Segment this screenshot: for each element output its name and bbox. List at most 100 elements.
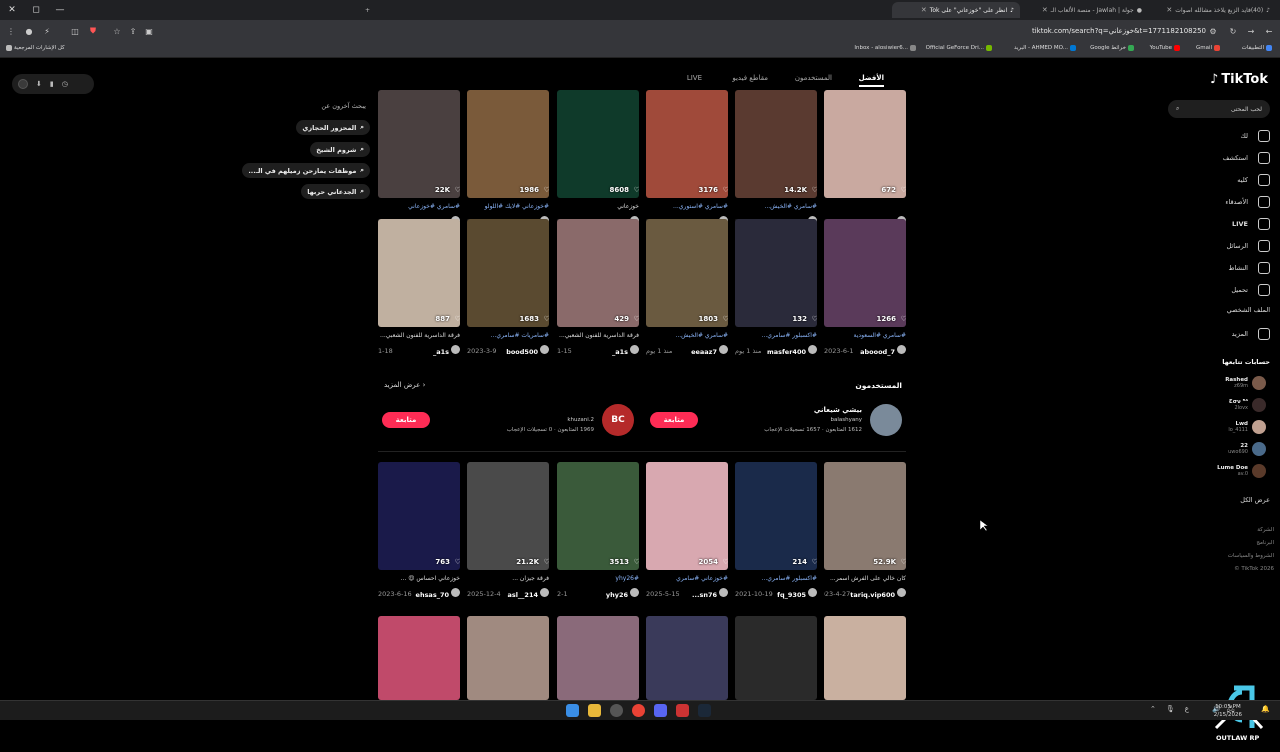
- user-card[interactable]: BC khuzani.2 1969 المتابعون · 0 تسجيلات …: [378, 404, 638, 442]
- tab-top[interactable]: الأفضل: [858, 74, 884, 87]
- video-caption[interactable]: #سامري #الخيش...: [735, 203, 817, 210]
- rockstar-icon[interactable]: [676, 704, 689, 717]
- video-thumbnail[interactable]: 672 ♡: [824, 90, 906, 198]
- video-thumbnail[interactable]: [467, 616, 549, 700]
- video-caption[interactable]: خوزعاني احساس 😍 ...: [378, 575, 460, 582]
- close-window-icon[interactable]: ✕: [0, 0, 24, 20]
- search-input[interactable]: لحب المحتى ⌕: [1168, 100, 1270, 118]
- extension-icon[interactable]: ⚡: [40, 24, 54, 38]
- video-caption[interactable]: #سامري #استوري...: [646, 203, 728, 210]
- nav-item[interactable]: لك: [1241, 130, 1270, 142]
- author-avatar[interactable]: [719, 588, 728, 597]
- file-explorer-icon[interactable]: [588, 704, 601, 717]
- video-thumbnail[interactable]: 1986 ♡: [467, 90, 549, 198]
- video-thumbnail[interactable]: [646, 616, 728, 700]
- bookmark-item[interactable]: Official GeForce Dri...: [926, 45, 992, 51]
- see-more-link[interactable]: ‹ عرض المزيد: [384, 381, 425, 389]
- video-thumbnail[interactable]: 1803 ♡: [646, 219, 728, 327]
- author-avatar[interactable]: [808, 345, 817, 354]
- video-thumbnail[interactable]: 763 ♡: [378, 462, 460, 570]
- new-tab-button[interactable]: +: [350, 2, 376, 18]
- clock-icon[interactable]: ◷: [62, 80, 68, 88]
- video-caption[interactable]: #سامري #السعودية: [824, 332, 906, 339]
- nav-item[interactable]: استكشف: [1223, 152, 1270, 164]
- bookmark-item[interactable]: YouTube: [1150, 45, 1180, 51]
- show-all-link[interactable]: عرض الكل: [1240, 496, 1270, 504]
- author-avatar[interactable]: [630, 345, 639, 354]
- profile-icon[interactable]: ●: [22, 24, 36, 38]
- bookmark-item[interactable]: Google خرائط: [1090, 45, 1134, 51]
- video-thumbnail[interactable]: 1683 ♡: [467, 219, 549, 327]
- avatar[interactable]: [870, 404, 902, 436]
- extensions-puzzle-icon[interactable]: ◫: [68, 24, 82, 38]
- video-author[interactable]: sn76...: [692, 588, 728, 599]
- share-icon[interactable]: ⇪: [126, 24, 140, 38]
- video-thumbnail[interactable]: 132 ♡: [735, 219, 817, 327]
- tray-chevron-icon[interactable]: ⌃: [1150, 705, 1156, 713]
- avatar[interactable]: BC: [602, 404, 634, 436]
- video-thumbnail[interactable]: 21.2K ♡: [467, 462, 549, 570]
- bookmark-item[interactable]: Inbox - alosiwier6...: [854, 45, 916, 51]
- video-thumbnail[interactable]: 1266 ♡: [824, 219, 906, 327]
- video-caption[interactable]: #خوزعاني #لايك #اللولو: [467, 203, 549, 210]
- settings-icon[interactable]: [610, 704, 623, 717]
- video-caption[interactable]: فرقة الداسرية للفنون الشعبي...: [557, 332, 639, 339]
- video-thumbnail[interactable]: [824, 616, 906, 700]
- video-author[interactable]: a1s_: [433, 345, 460, 356]
- author-avatar[interactable]: [719, 345, 728, 354]
- close-tab-icon[interactable]: ✕: [921, 6, 927, 14]
- language-icon[interactable]: ع: [1185, 705, 1189, 713]
- video-caption[interactable]: #سامري #الخيش...: [646, 332, 728, 339]
- author-avatar[interactable]: [540, 345, 549, 354]
- following-item[interactable]: 22 uwo690: [1228, 442, 1266, 456]
- discord-icon[interactable]: [654, 704, 667, 717]
- video-author[interactable]: aboood_7: [860, 345, 906, 356]
- bookmark-item[interactable]: Gmail: [1196, 45, 1220, 51]
- video-thumbnail[interactable]: 2054 ♡: [646, 462, 728, 570]
- video-thumbnail[interactable]: 429 ♡: [557, 219, 639, 327]
- video-caption[interactable]: #خوزعاني #سامري: [646, 575, 728, 582]
- author-avatar[interactable]: [897, 345, 906, 354]
- following-item[interactable]: Lwd lo_4111: [1228, 420, 1266, 434]
- all-bookmarks[interactable]: كل الإشارات المرجعية: [6, 45, 65, 51]
- video-caption[interactable]: فرقة الداسرية للفنون الشعبي...: [378, 332, 460, 339]
- video-author[interactable]: bood500: [506, 345, 549, 356]
- video-author[interactable]: eeaaz7: [691, 345, 728, 356]
- tab-live[interactable]: LIVE: [687, 74, 702, 82]
- video-author[interactable]: ehsas_70: [416, 588, 460, 599]
- download-icon[interactable]: ⬇: [36, 80, 42, 88]
- video-thumbnail[interactable]: 8608 ♡: [557, 90, 639, 198]
- video-author[interactable]: yhy26: [606, 588, 639, 599]
- video-caption[interactable]: #اكسبلور #سامري...: [735, 332, 817, 339]
- chrome-icon[interactable]: [632, 704, 645, 717]
- video-author[interactable]: masfer400: [767, 345, 817, 356]
- install-icon[interactable]: ▣: [142, 24, 156, 38]
- footer-link[interactable]: البرنامج: [1228, 537, 1274, 550]
- video-caption[interactable]: كان خالي على الفرش اسمر...: [824, 575, 906, 582]
- video-author[interactable]: fq_9305: [777, 588, 817, 599]
- extension-widget[interactable]: ⬇ ▮ ◷: [12, 74, 94, 94]
- close-tab-icon[interactable]: ✕: [1042, 6, 1048, 14]
- nav-item[interactable]: LIVE: [1232, 218, 1270, 230]
- nav-item[interactable]: كليه: [1237, 174, 1270, 186]
- user-card[interactable]: بيشي شيعاني balashyany 1612 المتابعون · …: [646, 404, 906, 442]
- following-item[interactable]: Lume Doe av.0: [1217, 464, 1266, 478]
- related-search-chip[interactable]: ⌕ الجدعاني حربها: [301, 184, 370, 199]
- browser-tab-jawlah[interactable]: ● جولة | Jawlah - منصة الألعاب الـ ✕: [1020, 2, 1148, 18]
- following-item[interactable]: Ɛσν ᴿᴬ 2lovx: [1229, 398, 1266, 412]
- minimize-window-icon[interactable]: —: [48, 0, 72, 20]
- author-avatar[interactable]: [451, 345, 460, 354]
- notification-icon[interactable]: 🔔: [1261, 705, 1270, 713]
- back-icon[interactable]: ←: [1262, 24, 1276, 38]
- reload-icon[interactable]: ↻: [1226, 24, 1240, 38]
- video-caption[interactable]: خوزعاني: [557, 203, 639, 210]
- tiktok-logo[interactable]: TikTok ♪: [1210, 72, 1268, 87]
- close-tab-icon[interactable]: ✕: [1166, 6, 1172, 14]
- menu-icon[interactable]: ⋮: [4, 24, 18, 38]
- clock[interactable]: 10:05 PM 2/15/2026: [1214, 703, 1242, 719]
- bookmark-item[interactable]: البريد - AHMED MO...: [1014, 45, 1076, 51]
- video-caption[interactable]: #سامريات #سامري...: [467, 332, 549, 339]
- bookmark-item[interactable]: التطبيقات: [1242, 45, 1272, 51]
- video-thumbnail[interactable]: 887 ♡: [378, 219, 460, 327]
- nav-item[interactable]: الملف الشخصي: [1227, 306, 1270, 314]
